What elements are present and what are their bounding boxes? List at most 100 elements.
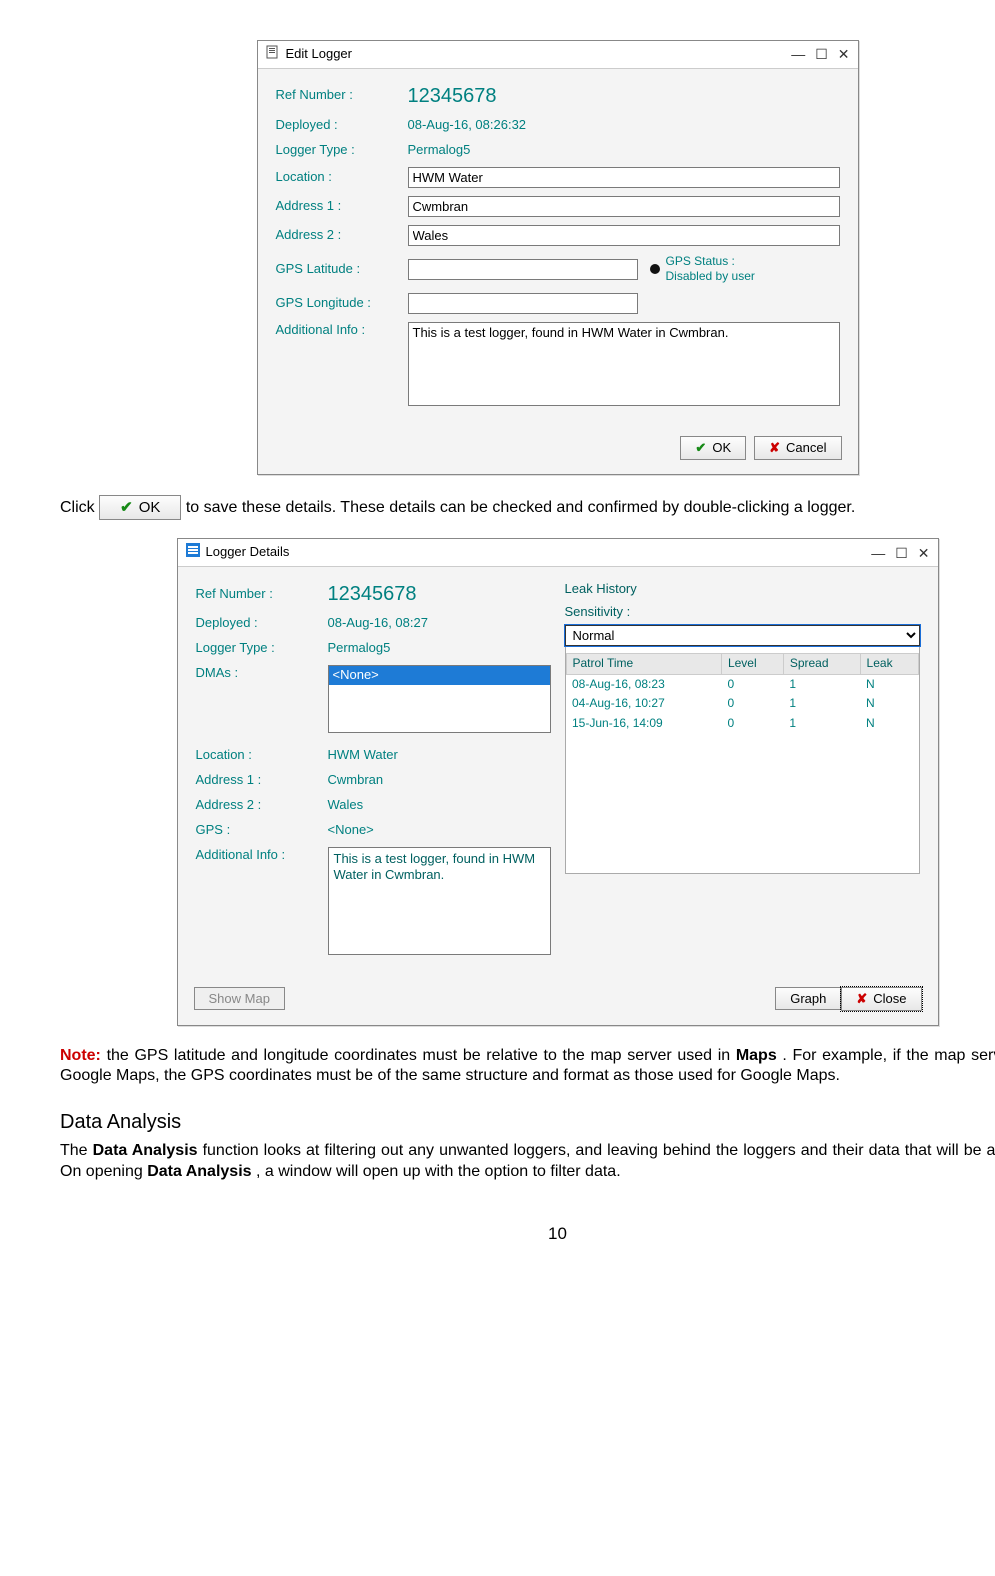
deployed-label: Deployed : — [276, 117, 396, 134]
close-button[interactable]: ✘ Close — [841, 987, 921, 1011]
edit-logger-window: Edit Logger — ☐ ✕ Ref Number : 12345678 … — [257, 40, 859, 475]
cell-time: 08-Aug-16, 08:23 — [566, 674, 721, 694]
minimize-icon[interactable]: — — [791, 45, 805, 63]
note-heading: Note: — [60, 1047, 101, 1064]
address1-input[interactable] — [408, 196, 840, 217]
maximize-icon[interactable]: ☐ — [895, 544, 908, 562]
deployed-value: 08-Aug-16, 08:26:32 — [408, 117, 527, 134]
address2-label: Address 2 : — [196, 797, 316, 814]
location-label: Location : — [196, 747, 316, 764]
deployed-value: 08-Aug-16, 08:27 — [328, 615, 428, 632]
ref-number-label: Ref Number : — [196, 586, 316, 603]
address1-value: Cwmbran — [328, 772, 384, 789]
patrol-table: Patrol Time Level Spread Leak 08-Aug-16,… — [566, 653, 919, 733]
maps-bold: Maps — [736, 1047, 777, 1064]
gps-lat-label: GPS Latitude : — [276, 261, 396, 278]
minimize-icon[interactable]: — — [871, 544, 885, 562]
gps-value: <None> — [328, 822, 374, 839]
edit-logger-titlebar: Edit Logger — ☐ ✕ — [258, 41, 858, 69]
col-level[interactable]: Level — [721, 654, 783, 675]
col-patrol-time[interactable]: Patrol Time — [566, 654, 721, 675]
cell-level: 0 — [721, 694, 783, 714]
ref-number-value: 12345678 — [408, 83, 497, 109]
gps-status: GPS Status : Disabled by user — [650, 254, 755, 285]
dmas-label: DMAs : — [196, 665, 316, 682]
additional-info-input[interactable]: This is a test logger, found in HWM Wate… — [408, 322, 840, 406]
close-icon[interactable]: ✕ — [918, 544, 930, 562]
address1-label: Address 1 : — [196, 772, 316, 789]
inline-ok-label: OK — [139, 498, 161, 518]
page-number: 10 — [60, 1223, 995, 1245]
edit-logger-icon — [266, 45, 280, 64]
ref-number-value: 12345678 — [328, 581, 417, 607]
dmas-selected-item[interactable]: <None> — [329, 666, 550, 685]
location-label: Location : — [276, 169, 396, 186]
additional-info-text: This is a test logger, found in HWM Wate… — [334, 851, 536, 883]
data-analysis-heading: Data Analysis — [60, 1109, 995, 1135]
analysis-bold-1: Data Analysis — [93, 1142, 198, 1159]
table-row[interactable]: 15-Jun-16, 14:09 0 1 N — [566, 714, 918, 734]
analysis-paragraph: The Data Analysis function looks at filt… — [60, 1141, 995, 1183]
maximize-icon[interactable]: ☐ — [815, 45, 828, 63]
gps-lon-input[interactable] — [408, 293, 638, 314]
close-icon[interactable]: ✕ — [838, 45, 850, 63]
location-value: HWM Water — [328, 747, 398, 764]
table-row[interactable]: 08-Aug-16, 08:23 0 1 N — [566, 674, 918, 694]
gps-label: GPS : — [196, 822, 316, 839]
table-row[interactable]: 04-Aug-16, 10:27 0 1 N — [566, 694, 918, 714]
col-spread[interactable]: Spread — [783, 654, 860, 675]
cell-spread: 1 — [783, 674, 860, 694]
show-map-button[interactable]: Show Map — [194, 987, 285, 1010]
logger-details-title: Logger Details — [206, 544, 290, 561]
cross-icon: ✘ — [769, 440, 780, 456]
graph-label: Graph — [790, 991, 826, 1006]
logger-details-window: Logger Details — ☐ ✕ Ref Number : 123456… — [177, 538, 939, 1025]
ok-button[interactable]: ✔ OK — [680, 436, 746, 460]
additional-info-label: Additional Info : — [276, 322, 396, 339]
show-map-label: Show Map — [209, 991, 270, 1006]
edit-logger-title: Edit Logger — [286, 46, 353, 63]
additional-info-label: Additional Info : — [196, 847, 316, 864]
cell-level: 0 — [721, 714, 783, 734]
logger-type-label: Logger Type : — [196, 640, 316, 657]
ref-number-label: Ref Number : — [276, 87, 396, 104]
graph-button[interactable]: Graph — [775, 987, 841, 1010]
col-leak[interactable]: Leak — [860, 654, 918, 675]
location-input[interactable] — [408, 167, 840, 188]
cell-leak: N — [860, 674, 918, 694]
gps-lat-input[interactable] — [408, 259, 638, 280]
dmas-listbox[interactable]: <None> — [328, 665, 551, 733]
logger-details-titlebar: Logger Details — ☐ ✕ — [178, 539, 938, 567]
address1-label: Address 1 : — [276, 198, 396, 215]
address2-label: Address 2 : — [276, 227, 396, 244]
analysis-text-1: The — [60, 1142, 93, 1159]
address2-input[interactable] — [408, 225, 840, 246]
cell-leak: N — [860, 714, 918, 734]
click-paragraph: Click ✔ OK to save these details. These … — [60, 495, 995, 521]
gps-lon-label: GPS Longitude : — [276, 295, 396, 312]
click-text-1: Click — [60, 499, 99, 516]
cell-spread: 1 — [783, 694, 860, 714]
click-text-2: to save these details. These details can… — [186, 499, 855, 516]
logger-type-value: Permalog5 — [328, 640, 391, 657]
analysis-text-3: , a window will open up with the option … — [256, 1163, 621, 1180]
check-icon: ✔ — [695, 440, 706, 456]
analysis-bold-2: Data Analysis — [147, 1163, 251, 1180]
cell-spread: 1 — [783, 714, 860, 734]
logger-type-value: Permalog5 — [408, 142, 471, 159]
gps-status-led-icon — [650, 264, 660, 274]
check-icon: ✔ — [120, 498, 133, 518]
note-paragraph: Note: the GPS latitude and longitude coo… — [60, 1046, 995, 1088]
cell-time: 04-Aug-16, 10:27 — [566, 694, 721, 714]
cancel-button[interactable]: ✘ Cancel — [754, 436, 841, 460]
sensitivity-select[interactable]: Normal — [565, 625, 920, 646]
sensitivity-label: Sensitivity : — [565, 604, 920, 621]
cell-level: 0 — [721, 674, 783, 694]
cancel-button-label: Cancel — [786, 440, 826, 455]
inline-ok-button[interactable]: ✔ OK — [99, 495, 181, 521]
cell-leak: N — [860, 694, 918, 714]
gps-status-value: Disabled by user — [666, 269, 755, 283]
gps-status-label: GPS Status : — [666, 254, 735, 268]
leak-history-heading: Leak History — [565, 581, 920, 598]
deployed-label: Deployed : — [196, 615, 316, 632]
